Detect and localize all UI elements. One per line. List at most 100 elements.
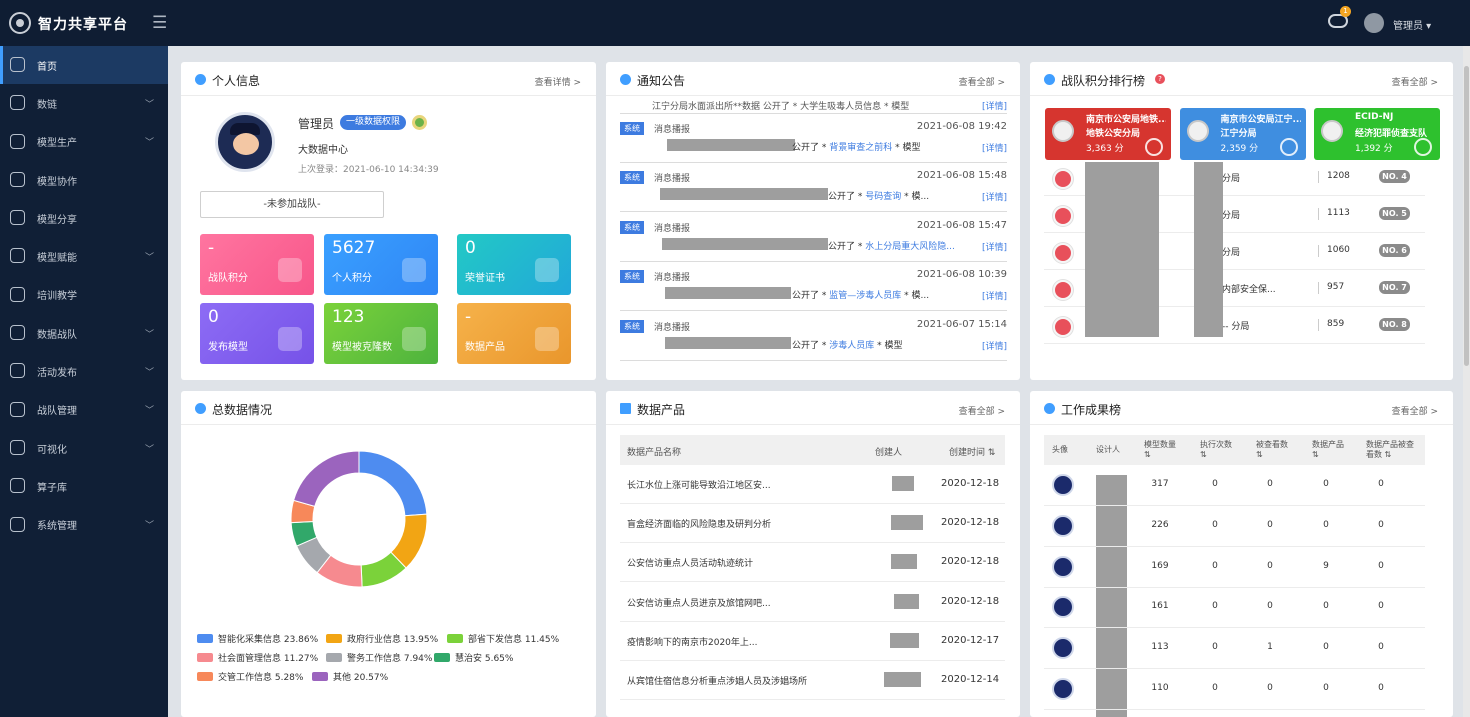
tile-label: 数据产品 — [465, 342, 505, 353]
col-product-views[interactable]: 数据产品被查看数 ⇅ — [1366, 440, 1414, 460]
legend-item[interactable]: 智能化采集信息 23.86% — [197, 632, 318, 645]
redacted-block — [894, 593, 919, 609]
tile-certificates[interactable]: 0 荣誉证书 — [457, 234, 571, 295]
work-row[interactable]: 317 0 0 0 0 — [1044, 465, 1425, 506]
product-name[interactable]: 长江水位上涨可能导致沿江地区安... — [627, 478, 771, 491]
sidebar-item-1[interactable]: 数链 ﹀ — [0, 84, 168, 122]
product-row[interactable]: 公安信访重点人员活动轨迹统计 2020-12-18 — [620, 543, 1005, 583]
sidebar-item-2[interactable]: 模型生产 ﹀ — [0, 123, 168, 161]
trophy-icon — [1044, 74, 1055, 85]
view-all-link[interactable]: 查看全部 > — [1392, 404, 1438, 417]
detail-link[interactable]: [详情] — [982, 141, 1007, 154]
product-row[interactable]: 盲盒经济面临的风险隐患及研判分析 2020-12-18 — [620, 504, 1005, 544]
tile-data-products[interactable]: - 数据产品 — [457, 303, 571, 364]
view-details-link[interactable]: 查看详情 > — [535, 75, 581, 88]
detail-link[interactable]: [详情] — [982, 99, 1007, 112]
product-row[interactable]: 公安信访重点人员进京及旅馆网吧... 2020-12-18 — [620, 583, 1005, 622]
work-row[interactable]: 226 0 0 0 0 — [1044, 506, 1425, 547]
user-menu[interactable]: 管理员 ▾ — [1393, 17, 1431, 32]
legend-label: 警务工作信息 7.94% — [347, 654, 433, 664]
sidebar-item-11[interactable]: 算子库 — [0, 467, 168, 505]
team-box[interactable]: -未参加战队- — [200, 191, 384, 218]
legend-swatch — [197, 672, 213, 681]
team-name: 分局 — [1222, 174, 1241, 184]
tile-cloned-models[interactable]: 123 模型被克隆数 — [324, 303, 438, 364]
sidebar-item-3[interactable]: 模型协作 — [0, 161, 168, 199]
redacted-block — [662, 237, 828, 250]
cell-c1: 169 — [1151, 560, 1169, 571]
sidebar-item-12[interactable]: 系统管理 ﹀ — [0, 506, 168, 544]
view-all-link[interactable]: 查看全部 > — [959, 404, 1005, 417]
sidebar-item-8[interactable]: 活动发布 ﹀ — [0, 352, 168, 390]
col-executions[interactable]: 执行次数 ⇅ — [1200, 440, 1232, 460]
sidebar-item-label: 模型赋能 — [37, 253, 77, 265]
sidebar-item-4[interactable]: 模型分享 — [0, 199, 168, 237]
notice-model-link[interactable]: 监管—涉毒人员库 — [829, 291, 901, 301]
col-model-count[interactable]: 模型数量 ⇅ — [1144, 440, 1176, 460]
col-products[interactable]: 数据产品 ⇅ — [1312, 440, 1344, 460]
work-row[interactable]: 113 0 1 0 0 — [1044, 628, 1425, 670]
view-all-link[interactable]: 查看全部 > — [959, 75, 1005, 88]
tile-team-score[interactable]: - 战队积分 — [200, 234, 314, 295]
legend-item[interactable]: 警务工作信息 7.94% — [326, 651, 432, 664]
chevron-down-icon: ﹀ — [145, 253, 155, 264]
menu-toggle-icon[interactable]: ☰ — [152, 13, 167, 33]
product-name[interactable]: 公安信访重点人员进京及旅馆网吧... — [627, 596, 771, 609]
notice-model-link[interactable]: 背景审查之前科 — [829, 143, 892, 153]
legend-item[interactable]: 交管工作信息 5.28% — [197, 670, 303, 683]
top-team-badge[interactable]: ECID-NJ 经济犯罪侦查支队 1,392 分 — [1314, 108, 1440, 160]
notice-suffix: * 模型 — [877, 340, 903, 351]
top-bar: 智力共享平台 ☰ 1 管理员 ▾ — [0, 0, 1470, 46]
donut-slice[interactable] — [358, 450, 428, 517]
product-name[interactable]: 从宾馆住宿信息分析重点涉娼人员及涉娼场所 — [627, 674, 807, 687]
donut-chart — [290, 450, 428, 588]
team-score: 3,363 分 — [1086, 141, 1124, 154]
notice-model-link[interactable]: 涉毒人员库 — [829, 341, 874, 351]
product-name[interactable]: 公安信访重点人员活动轨迹统计 — [627, 556, 753, 569]
sidebar-item-0[interactable]: 首页 — [0, 46, 168, 85]
sidebar-item-10[interactable]: 可视化 ﹀ — [0, 429, 168, 467]
work-row[interactable]: 161 0 0 0 0 — [1044, 587, 1425, 629]
donut-slice[interactable] — [292, 450, 360, 507]
scrollbar-thumb[interactable] — [1464, 66, 1469, 366]
legend-item[interactable]: 其他 20.57% — [312, 670, 388, 683]
detail-link[interactable]: [详情] — [982, 289, 1007, 302]
sidebar-item-6[interactable]: 培训教学 — [0, 276, 168, 314]
notice-model-link[interactable]: 水上分局重大风险隐... — [865, 242, 955, 252]
legend-item[interactable]: 社会面管理信息 11.27% — [197, 651, 318, 664]
top-team-badge[interactable]: 南京市公安局江宁... 江宁分局 2,359 分 — [1179, 108, 1306, 160]
detail-link[interactable]: [详情] — [982, 240, 1007, 253]
score-unit: 分 — [1383, 144, 1393, 154]
sidebar-item-label: 系统管理 — [37, 521, 77, 533]
detail-link[interactable]: [详情] — [982, 339, 1007, 352]
notice-model-link[interactable]: 号码查询 — [865, 192, 901, 202]
col-views[interactable]: 被查看数 ⇅ — [1256, 440, 1288, 460]
legend-item[interactable]: 政府行业信息 13.95% — [326, 632, 438, 645]
tile-value: 123 — [332, 307, 365, 327]
cell-c1: 113 — [1151, 642, 1169, 653]
product-row[interactable]: 从宾馆住宿信息分析重点涉娼人员及涉娼场所 2020-12-14 — [620, 661, 1005, 700]
help-icon[interactable]: ? — [1155, 74, 1165, 84]
detail-link[interactable]: [详情] — [982, 190, 1007, 203]
medal-icon — [402, 258, 426, 282]
product-name[interactable]: 盲盒经济面临的风险隐患及研判分析 — [627, 517, 771, 530]
top-team-badge[interactable]: 南京市公安局地铁... 地铁公安分局 3,363 分 — [1045, 108, 1171, 160]
sidebar-item-9[interactable]: 战队管理 ﹀ — [0, 391, 168, 429]
sidebar-item-7[interactable]: 数据战队 ﹀ — [0, 314, 168, 352]
tile-personal-score[interactable]: 5627 个人积分 — [324, 234, 438, 295]
product-name[interactable]: 疫情影响下的南京市2020年上... — [627, 635, 758, 648]
col-created-time[interactable]: 创建时间 ⇅ — [949, 445, 995, 458]
cell-c4: 0 — [1323, 642, 1329, 653]
legend-item[interactable]: 慧治安 5.65% — [434, 651, 513, 664]
sidebar-item-label: 活动发布 — [37, 368, 77, 380]
tile-published-models[interactable]: 0 发布模型 — [200, 303, 314, 364]
work-row[interactable]: 110 0 0 0 0 — [1044, 669, 1425, 710]
page-scrollbar[interactable] — [1463, 46, 1470, 717]
legend-item[interactable]: 部省下发信息 11.45% — [447, 632, 559, 645]
user-avatar[interactable] — [1364, 13, 1384, 33]
product-row[interactable]: 疫情影响下的南京市2020年上... 2020-12-17 — [620, 622, 1005, 661]
product-row[interactable]: 长江水位上涨可能导致沿江地区安... 2020-12-18 — [620, 465, 1005, 504]
work-row[interactable]: 169 0 0 9 0 — [1044, 547, 1425, 588]
view-all-link[interactable]: 查看全部 > — [1392, 75, 1438, 88]
sidebar-item-5[interactable]: 模型赋能 ﹀ — [0, 237, 168, 275]
